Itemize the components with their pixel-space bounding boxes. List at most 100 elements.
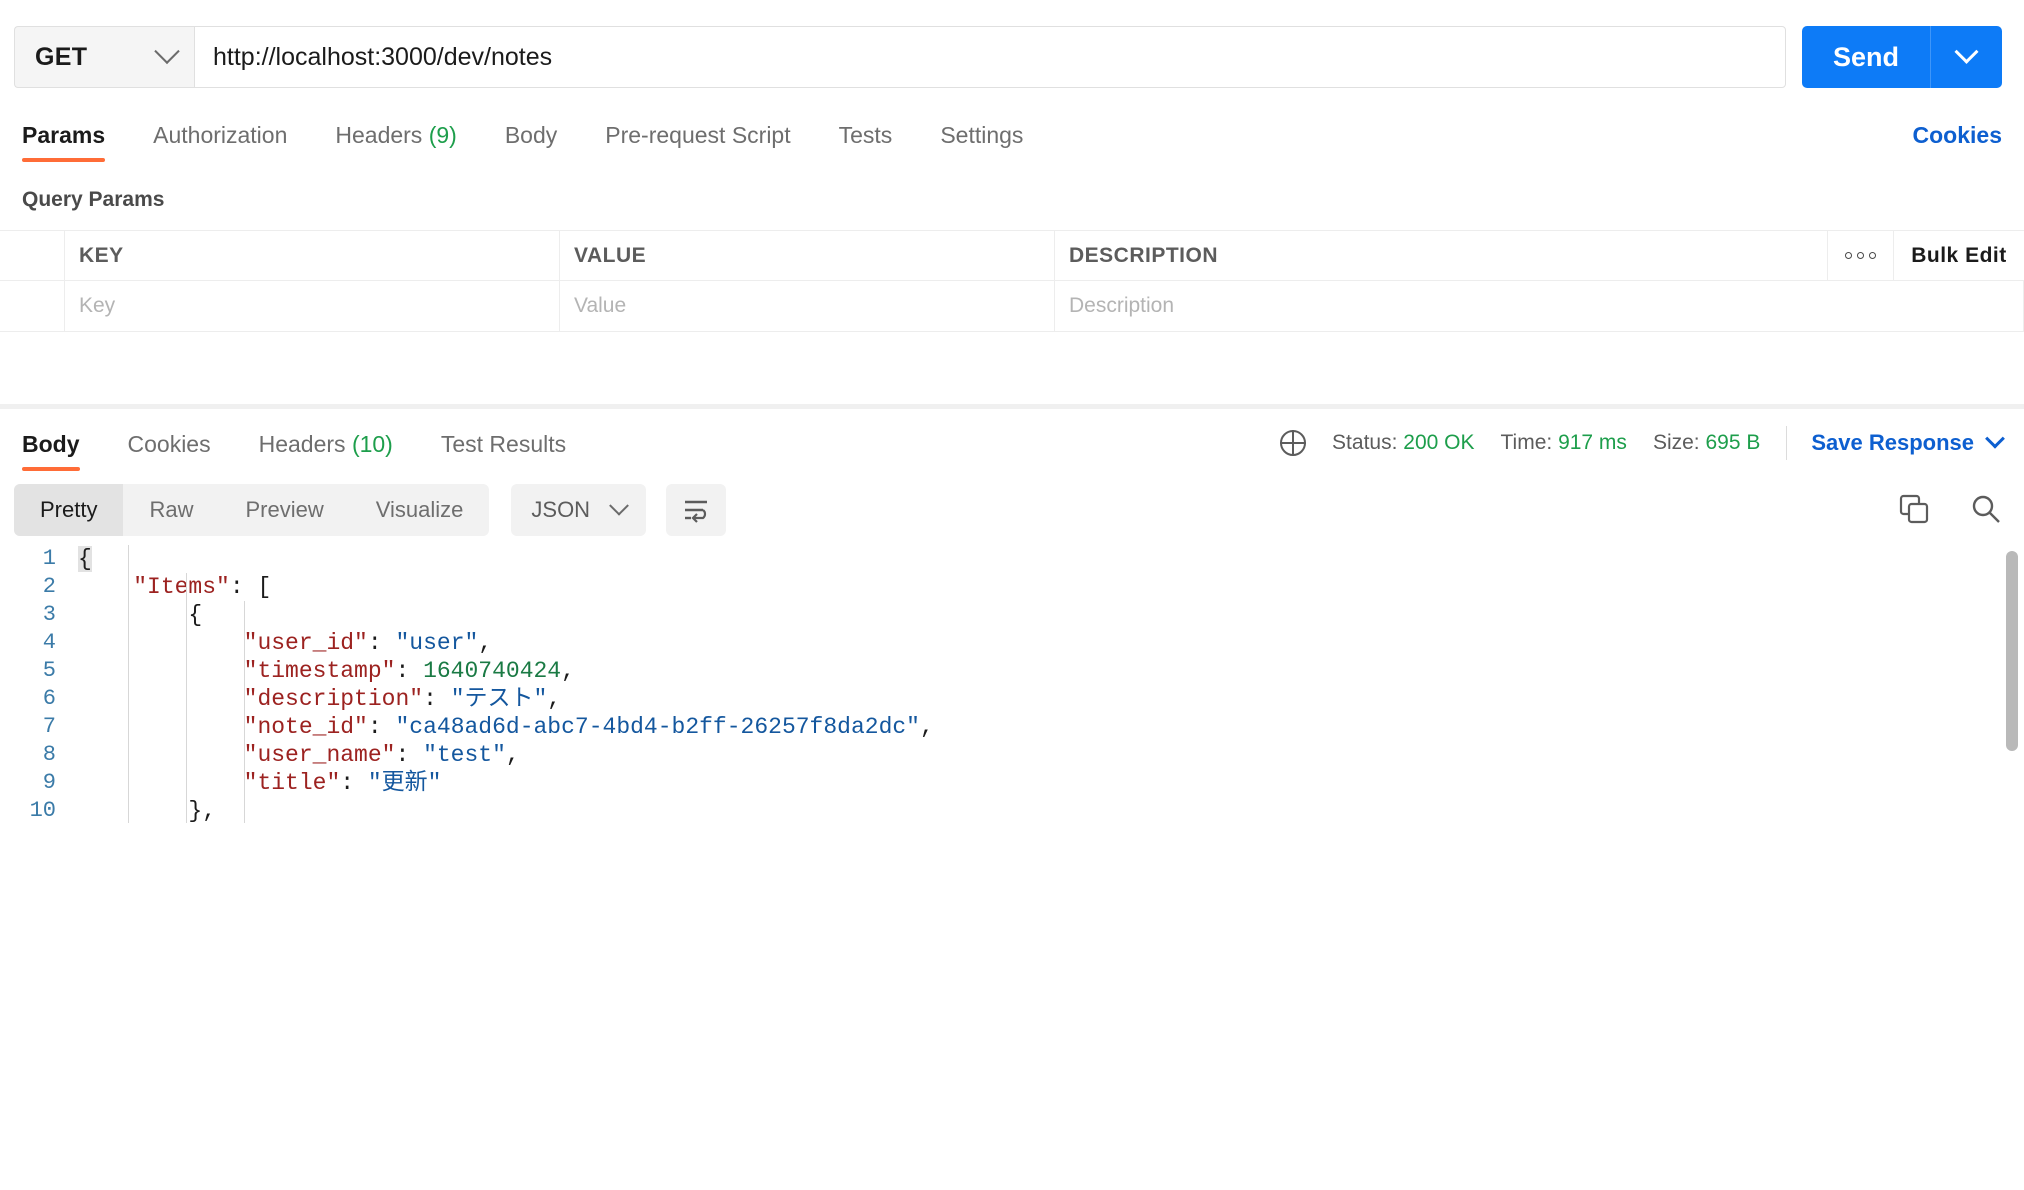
word-wrap-icon	[685, 500, 708, 523]
three-dots-icon	[1845, 252, 1876, 259]
response-scrollbar[interactable]	[2006, 551, 2018, 817]
chevron-down-icon	[1954, 39, 1979, 64]
code-line-list: 1{2 "Items": [3 {4 "user_id": "user", 5 "…	[0, 545, 2024, 823]
tab-authorization[interactable]: Authorization	[153, 122, 287, 162]
time-value: 917 ms	[1558, 431, 1627, 454]
copy-icon	[1899, 494, 1929, 524]
size-label: Size:	[1652, 431, 1700, 454]
response-body-code-viewer[interactable]: 1{2 "Items": [3 {4 "user_id": "user", 5 "…	[0, 545, 2024, 823]
save-response-label: Save Response	[1811, 430, 1974, 455]
param-value-input[interactable]: Value	[560, 281, 1055, 331]
line-number: 4	[42, 630, 56, 655]
param-key-input[interactable]: Key	[65, 281, 560, 331]
line-number: 1	[42, 546, 56, 571]
size-value: 695 B	[1705, 431, 1761, 454]
http-method-label: GET	[35, 42, 88, 71]
query-params-table: KEY VALUE DESCRIPTION Bulk Edit Key Valu…	[0, 230, 2024, 332]
query-params-title: Query Params	[22, 188, 165, 211]
response-tab-cookies[interactable]: Cookies	[128, 431, 211, 471]
param-description-placeholder: Description	[1069, 294, 1175, 317]
code-line-text: "user_id": "user",	[243, 630, 493, 656]
word-wrap-button[interactable]	[666, 484, 727, 536]
status-value: 200 OK	[1403, 431, 1475, 454]
tab-settings[interactable]: Settings	[940, 122, 1023, 162]
cookies-link[interactable]: Cookies	[1913, 122, 2002, 149]
row-checkbox-cell[interactable]	[0, 281, 65, 331]
http-method-select[interactable]: GET	[14, 26, 194, 88]
code-line: 5 "timestamp": 1640740424,	[0, 657, 2024, 685]
param-description-input[interactable]: Description	[1055, 281, 2024, 331]
indent-guide	[244, 601, 245, 823]
tab-headers[interactable]: Headers (9)	[335, 122, 456, 162]
response-body-toolbar: Pretty Raw Preview Visualize JSON	[0, 471, 2024, 545]
view-pretty-button[interactable]: Pretty	[14, 484, 124, 536]
chevron-down-icon	[154, 38, 180, 65]
response-tab-body[interactable]: Body	[22, 431, 80, 471]
table-row: Key Value Description	[0, 281, 2024, 331]
tab-tests[interactable]: Tests	[839, 122, 893, 162]
tab-label: Cookies	[127, 431, 211, 457]
code-line-text: "description": "テスト",	[243, 686, 562, 712]
code-line: 6 "description": "テスト",	[0, 685, 2024, 713]
param-key-placeholder: Key	[79, 294, 116, 317]
divider	[1786, 426, 1788, 460]
tab-label: Settings	[940, 122, 1024, 148]
tab-label: Body	[504, 122, 558, 148]
code-line-text: "user_name": "test",	[243, 742, 520, 768]
response-tab-test-results[interactable]: Test Results	[441, 431, 566, 471]
code-line-text: {	[78, 546, 92, 572]
code-line-text: },	[188, 798, 217, 823]
size-badge: Size: 695 B	[1653, 431, 1760, 455]
code-line-text: "title": "更新"	[243, 770, 442, 796]
line-number: 6	[42, 686, 56, 711]
response-view-switcher: Pretty Raw Preview Visualize	[14, 484, 490, 536]
status-badge: Status: 200 OK	[1332, 431, 1474, 455]
params-more-options-button[interactable]	[1828, 231, 1894, 280]
select-all-cell	[0, 231, 65, 280]
send-button-group: Send	[1802, 26, 2002, 88]
line-number: 3	[42, 602, 56, 627]
response-tab-headers[interactable]: Headers (10)	[259, 431, 393, 471]
code-line: 10 },	[0, 797, 2024, 823]
tab-label: Test Results	[440, 431, 567, 457]
view-preview-button[interactable]: Preview	[219, 484, 349, 536]
code-line-text: "note_id": "ca48ad6d-abc7-4bd4-b2ff-2625…	[243, 714, 934, 740]
scrollbar-thumb[interactable]	[2006, 551, 2018, 751]
tab-count-badge: (9)	[428, 122, 457, 148]
tab-body[interactable]: Body	[505, 122, 557, 162]
status-label: Status:	[1332, 431, 1398, 454]
column-header-value: VALUE	[560, 231, 1055, 280]
send-options-button[interactable]	[1930, 26, 2002, 88]
params-spacer	[0, 332, 2024, 404]
line-number: 10	[29, 798, 56, 823]
code-line-text: "Items": [	[133, 574, 272, 600]
code-line: 9 "title": "更新"	[0, 769, 2024, 797]
view-visualize-button[interactable]: Visualize	[350, 484, 490, 536]
tab-params[interactable]: Params	[22, 122, 106, 162]
send-button[interactable]: Send	[1802, 26, 1930, 88]
chevron-down-icon	[1985, 428, 2005, 449]
tab-label: Headers	[258, 431, 346, 457]
tab-label: Body	[22, 431, 80, 457]
line-number: 9	[42, 770, 56, 795]
time-badge: Time: 917 ms	[1500, 431, 1626, 455]
code-line: 2 "Items": [	[0, 573, 2024, 601]
save-response-button[interactable]: Save Response	[1811, 428, 2005, 456]
tab-label: Authorization	[153, 122, 288, 148]
view-raw-button[interactable]: Raw	[123, 484, 219, 536]
tab-pre-request-script[interactable]: Pre-request Script	[605, 122, 790, 162]
copy-response-button[interactable]	[1898, 493, 1930, 525]
bulk-edit-button[interactable]: Bulk Edit	[1894, 231, 2024, 280]
param-value-placeholder: Value	[574, 294, 627, 317]
line-number: 7	[42, 714, 56, 739]
column-header-description: DESCRIPTION	[1055, 231, 1828, 280]
indent-guide	[128, 545, 129, 823]
tab-label: Pre-request Script	[605, 122, 791, 148]
line-number: 2	[42, 574, 56, 599]
request-url-input[interactable]	[194, 26, 1786, 88]
bulk-edit-label: Bulk Edit	[1911, 243, 2007, 267]
code-line-text: {	[188, 602, 203, 628]
response-format-select[interactable]: JSON	[511, 484, 647, 536]
search-response-button[interactable]	[1970, 493, 2002, 525]
tab-label: Tests	[838, 122, 893, 148]
